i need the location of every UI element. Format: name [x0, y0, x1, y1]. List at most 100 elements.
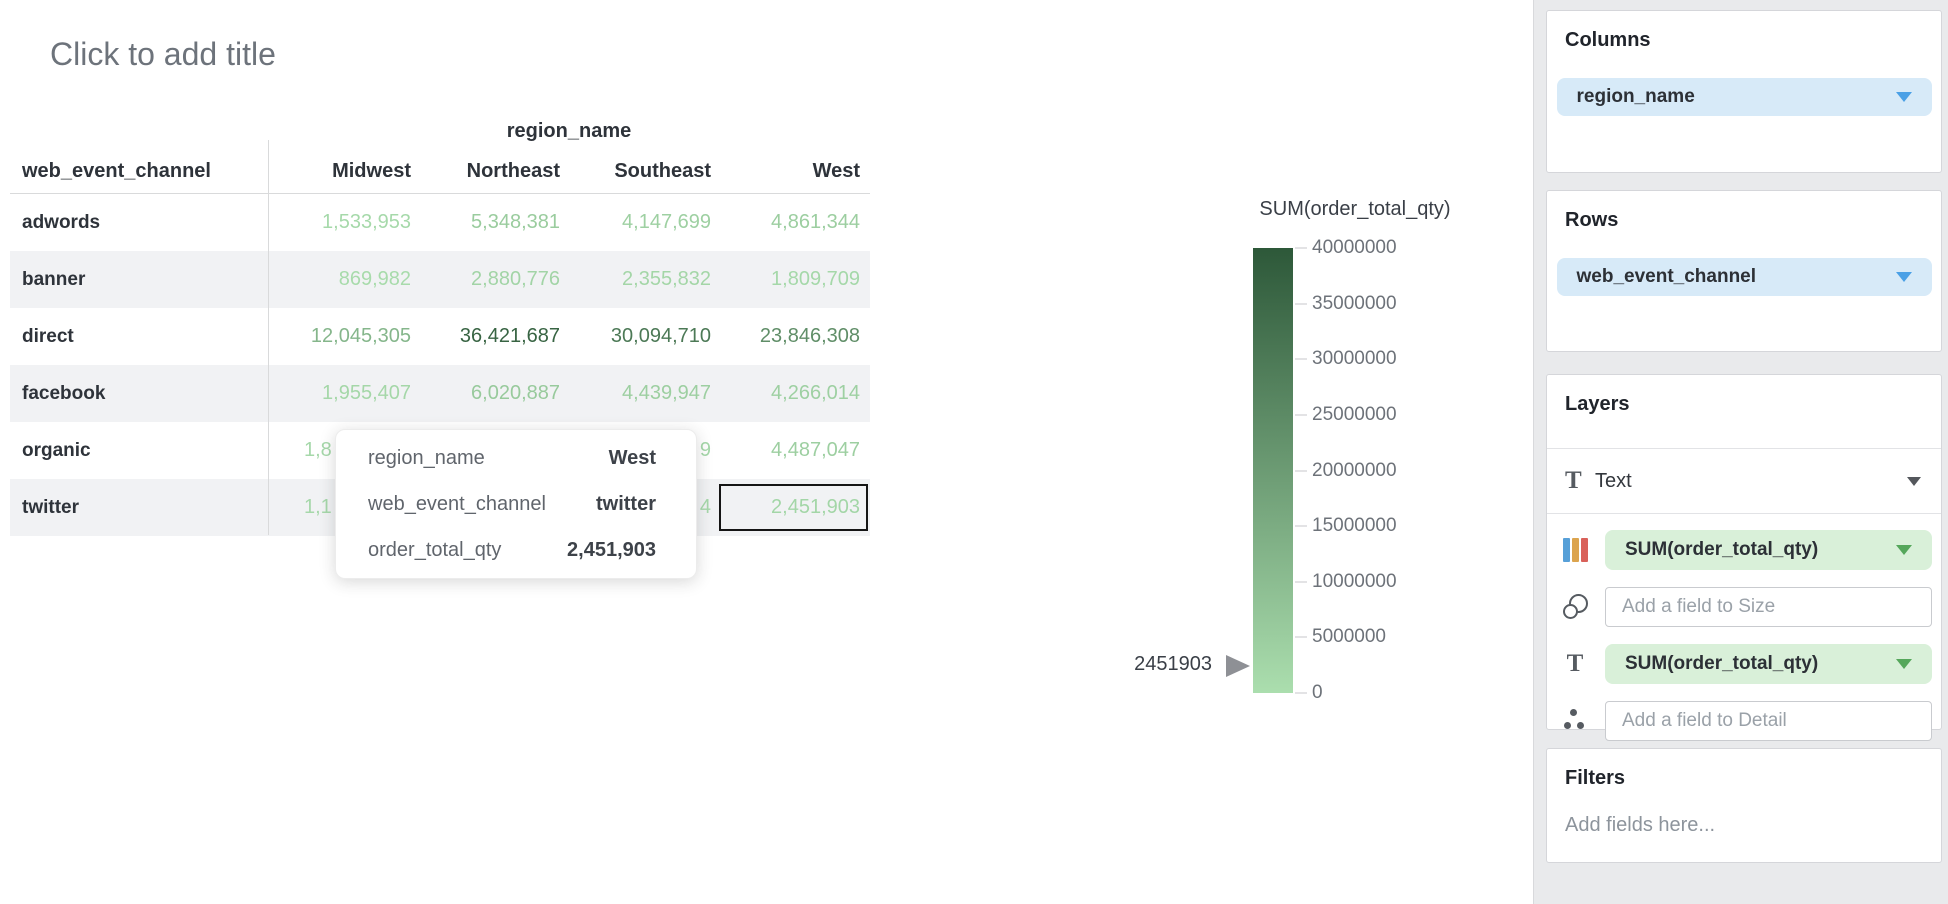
row-label[interactable]: twitter — [10, 497, 268, 519]
selected-cell-outline — [719, 484, 868, 531]
size-field-input[interactable] — [1605, 587, 1932, 627]
legend-tick: 15000000 — [1295, 516, 1397, 536]
table-cell[interactable]: 23,846,308 — [721, 308, 870, 365]
column-dimension-label: region_name — [268, 120, 870, 143]
legend-tick: 20000000 — [1295, 461, 1397, 481]
text-icon: T — [1561, 650, 1589, 678]
table-cell[interactable]: 2,355,832 — [570, 251, 721, 308]
tooltip-label: web_event_channel — [368, 493, 546, 516]
legend-gradient-bar — [1253, 248, 1293, 693]
layers-header: Layers — [1547, 393, 1941, 449]
layer-field-row — [1547, 692, 1941, 749]
canvas: { "title": "Click to add title", "pivot_… — [0, 0, 1948, 904]
filters-heading: Filters — [1565, 767, 1941, 790]
tick-mark — [1295, 636, 1307, 638]
rows-field-pill[interactable]: web_event_channel — [1557, 258, 1932, 296]
layer-fields: SUM(order_total_qty) T SUM(order_total_qty… — [1547, 514, 1941, 749]
table-cell[interactable]: 36,421,687 — [421, 308, 570, 365]
table-cell[interactable]: 869,982 — [268, 251, 421, 308]
columns-field-label: region_name — [1577, 86, 1695, 108]
row-label[interactable]: banner — [10, 269, 268, 291]
table-cell[interactable]: 1,533,953 — [268, 194, 421, 251]
legend-tick: 35000000 — [1295, 294, 1397, 314]
tick-label: 25000000 — [1312, 404, 1397, 426]
legend-title: SUM(order_total_qty) — [1155, 198, 1555, 221]
measure-field-pill[interactable]: SUM(order_total_qty) — [1605, 644, 1932, 684]
layer-type-label: Text — [1595, 470, 1907, 493]
legend-marker-arrow — [1226, 655, 1250, 677]
detail-dots-icon — [1561, 707, 1589, 735]
tick-label: 20000000 — [1312, 460, 1397, 482]
table-header-row: web_event_channel MidwestNortheastSouthe… — [10, 150, 870, 194]
tooltip-row: web_event_channel twitter — [368, 481, 656, 527]
filters-drop-hint[interactable]: Add fields here... — [1565, 814, 1941, 837]
rows-card: Rows web_event_channel — [1546, 190, 1942, 352]
table-cell[interactable]: 30,094,710 — [570, 308, 721, 365]
chevron-down-icon[interactable] — [1907, 477, 1921, 486]
table-cell[interactable]: 12,045,305 — [268, 308, 421, 365]
detail-field-input[interactable] — [1605, 701, 1932, 741]
tooltip-label: order_total_qty — [368, 539, 501, 562]
table-cell[interactable]: 2,451,903 — [721, 479, 870, 536]
table-row-banner: banner869,9822,880,7762,355,8321,809,709 — [10, 251, 870, 308]
columns-field-pill[interactable]: region_name — [1557, 78, 1932, 116]
legend-tick: 30000000 — [1295, 349, 1397, 369]
column-header-southeast[interactable]: Southeast — [570, 160, 721, 183]
chevron-down-icon[interactable] — [1896, 659, 1912, 669]
table-row-direct: direct12,045,30536,421,68730,094,71023,8… — [10, 308, 870, 365]
table-cell[interactable]: 5,348,381 — [421, 194, 570, 251]
tooltip-value: 2,451,903 — [567, 539, 656, 562]
table-row-facebook: facebook1,955,4076,020,8874,439,9474,266… — [10, 365, 870, 422]
column-header-northeast[interactable]: Northeast — [421, 160, 570, 183]
tooltip-row: order_total_qty 2,451,903 — [368, 527, 656, 573]
tick-label: 40000000 — [1312, 237, 1397, 259]
table-cell[interactable]: 6,020,887 — [421, 365, 570, 422]
tick-mark — [1295, 581, 1307, 583]
table-cell[interactable]: 4,487,047 — [721, 422, 870, 479]
table-cell[interactable]: 1,809,709 — [721, 251, 870, 308]
table-cell[interactable]: 4,147,699 — [570, 194, 721, 251]
tick-label: 5000000 — [1312, 626, 1386, 648]
tick-mark — [1295, 303, 1307, 305]
column-header-midwest[interactable]: Midwest — [268, 160, 421, 183]
page-title[interactable]: Click to add title — [50, 36, 276, 73]
table-cell[interactable]: 2,880,776 — [421, 251, 570, 308]
tooltip-row: region_name West — [368, 435, 656, 481]
layer-type-selector[interactable]: T Text — [1547, 449, 1941, 514]
chevron-down-icon[interactable] — [1896, 545, 1912, 555]
chevron-down-icon[interactable] — [1896, 92, 1912, 102]
table-cell[interactable]: 4,439,947 — [570, 365, 721, 422]
row-label[interactable]: direct — [10, 326, 268, 348]
tick-mark — [1295, 247, 1307, 249]
row-label[interactable]: organic — [10, 440, 268, 462]
table-cell[interactable]: 1,955,407 — [268, 365, 421, 422]
column-header-west[interactable]: West — [721, 160, 870, 183]
layers-card: Layers T Text SUM(order_total_qty) T SUM(o… — [1546, 374, 1942, 730]
tick-label: 10000000 — [1312, 571, 1397, 593]
chevron-down-icon[interactable] — [1896, 272, 1912, 282]
legend-tick: 0 — [1295, 683, 1323, 703]
table-row-adwords: adwords1,533,9535,348,3814,147,6994,861,… — [10, 194, 870, 251]
tick-mark — [1295, 470, 1307, 472]
column-dimension-header: region_name — [10, 112, 870, 150]
measure-field-label: SUM(order_total_qty) — [1625, 539, 1818, 561]
row-label[interactable]: facebook — [10, 383, 268, 405]
layer-field-row — [1547, 578, 1941, 635]
tick-label: 30000000 — [1312, 348, 1397, 370]
tick-mark — [1295, 358, 1307, 360]
layers-heading: Layers — [1565, 393, 1941, 416]
size-circles-icon — [1561, 593, 1589, 621]
row-label[interactable]: adwords — [10, 212, 268, 234]
measure-field-pill[interactable]: SUM(order_total_qty) — [1605, 530, 1932, 570]
tooltip-value: West — [609, 447, 656, 470]
columns-card: Columns region_name — [1546, 10, 1942, 173]
table-cell[interactable]: 4,861,344 — [721, 194, 870, 251]
table-cell[interactable]: 4,266,014 — [721, 365, 870, 422]
row-dimension-label: web_event_channel — [10, 160, 268, 183]
tick-mark — [1295, 525, 1307, 527]
cell-tooltip: region_name West web_event_channel twitt… — [335, 429, 697, 579]
tick-label: 15000000 — [1312, 515, 1397, 537]
layer-field-row: T SUM(order_total_qty) — [1547, 635, 1941, 692]
legend-tick: 5000000 — [1295, 627, 1386, 647]
rows-heading: Rows — [1565, 209, 1941, 232]
